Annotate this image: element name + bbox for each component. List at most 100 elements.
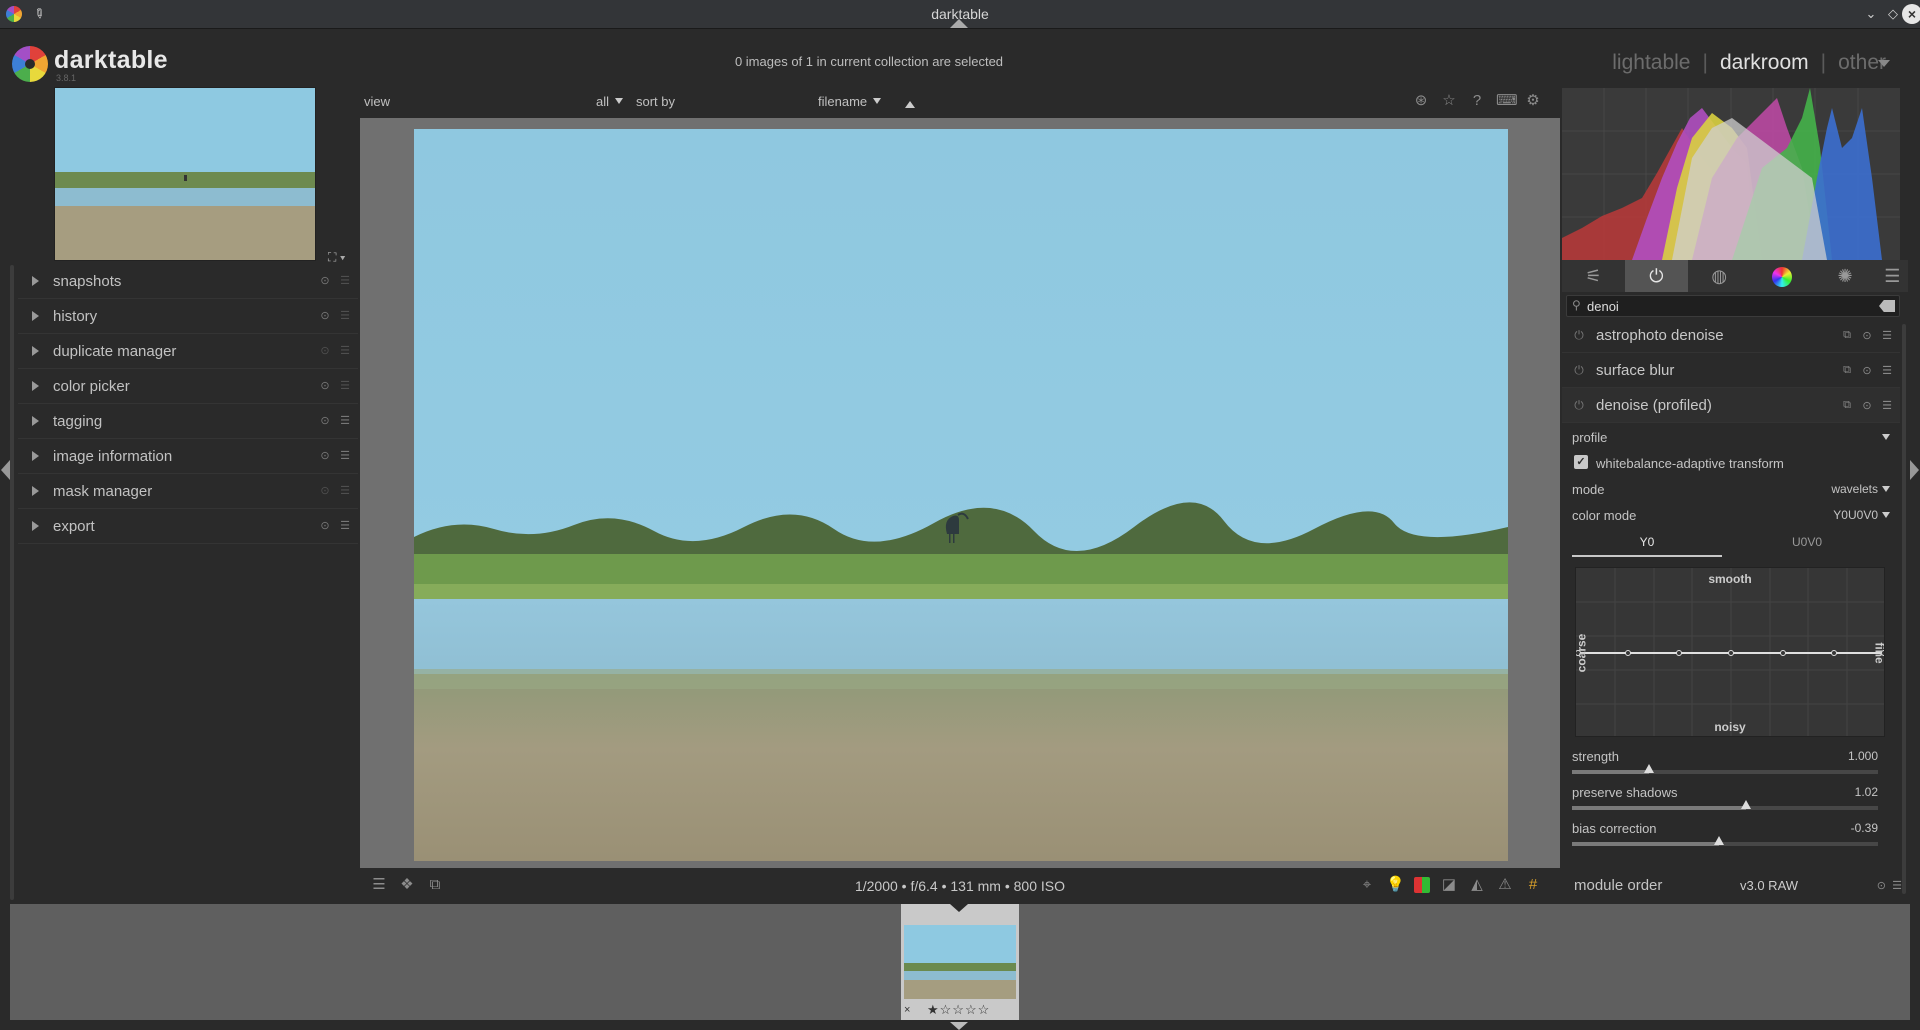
preferences-gear-icon[interactable]: ⚙ bbox=[1524, 92, 1542, 110]
expand-preview-icon[interactable]: ⛶ ▾ bbox=[328, 250, 346, 265]
module-image-information[interactable]: image information ⊙ ☰ bbox=[18, 439, 358, 474]
histogram[interactable] bbox=[1562, 88, 1900, 260]
slider-preserve-shadows[interactable]: preserve shadows 1.02 bbox=[1562, 781, 1900, 817]
collapse-top-panel-icon[interactable] bbox=[950, 19, 968, 28]
guides-icon[interactable]: # bbox=[1524, 876, 1542, 894]
reject-icon[interactable]: × bbox=[904, 1004, 910, 1016]
module-order-row[interactable]: module order v3.0 RAW ⊙ ☰ bbox=[1562, 868, 1908, 904]
module-tagging[interactable]: tagging ⊙ ☰ bbox=[18, 404, 358, 439]
view-darkroom[interactable]: darkroom bbox=[1720, 51, 1809, 74]
module-history[interactable]: history ⊙ ☰ bbox=[18, 299, 358, 334]
reset-icon[interactable]: ⊙ bbox=[318, 519, 332, 533]
module-color-picker[interactable]: color picker ⊙ ☰ bbox=[18, 369, 358, 404]
focus-peaking-icon[interactable]: ⌖ bbox=[1358, 876, 1376, 894]
slider-track[interactable] bbox=[1572, 800, 1878, 810]
presets-icon[interactable]: ☰ bbox=[1892, 879, 1902, 892]
clear-search-icon[interactable] bbox=[1879, 300, 1895, 312]
presets-icon[interactable]: ☰ bbox=[1880, 399, 1894, 412]
reset-icon[interactable]: ⊙ bbox=[318, 414, 332, 428]
presets-icon[interactable]: ☰ bbox=[1880, 364, 1894, 377]
module-power-icon[interactable]: ⏻ bbox=[1572, 398, 1586, 412]
multi-instance-icon[interactable]: ⧉ bbox=[1840, 399, 1854, 412]
base-group-icon[interactable]: ◍ bbox=[1688, 260, 1751, 292]
slider-knob[interactable] bbox=[1713, 836, 1724, 845]
view-filter-dropdown[interactable]: all bbox=[596, 94, 624, 109]
module-export[interactable]: export ⊙ ☰ bbox=[18, 509, 358, 544]
color-mode-dropdown[interactable]: color mode Y0U0V0 bbox=[1562, 501, 1900, 527]
collapse-bottom-panel-icon[interactable] bbox=[950, 1022, 968, 1030]
wb-transform-checkbox-row[interactable]: ✓ whitebalance-adaptive transform bbox=[1562, 449, 1900, 475]
keyboard-shortcuts-icon[interactable]: ⌨ bbox=[1496, 92, 1518, 110]
mode-dropdown[interactable]: mode wavelets bbox=[1562, 475, 1900, 501]
reset-icon[interactable]: ⊙ bbox=[318, 309, 332, 323]
module-duplicate-manager[interactable]: duplicate manager ⊙ ☰ bbox=[18, 334, 358, 369]
presets-icon[interactable]: ☰ bbox=[338, 274, 352, 288]
reset-icon[interactable]: ⊙ bbox=[318, 344, 332, 358]
main-photo[interactable] bbox=[414, 129, 1508, 861]
grouping-icon[interactable]: ⊛ bbox=[1412, 92, 1430, 110]
slider-bias-correction[interactable]: bias correction -0.39 bbox=[1562, 817, 1900, 853]
reset-icon[interactable]: ⊙ bbox=[318, 379, 332, 393]
clipping-indicator-icon[interactable]: ◪ bbox=[1440, 876, 1458, 894]
filmstrip-thumbnail[interactable]: × ★☆☆☆☆ bbox=[901, 904, 1019, 1020]
collapse-right-panel-icon[interactable] bbox=[1910, 460, 1919, 480]
slider-track[interactable] bbox=[1572, 764, 1878, 774]
navigation-preview[interactable] bbox=[54, 87, 316, 261]
reset-icon[interactable]: ⊙ bbox=[318, 274, 332, 288]
slider-knob[interactable] bbox=[1643, 764, 1654, 773]
wb-transform-checkbox[interactable]: ✓ bbox=[1574, 455, 1588, 469]
presets-icon[interactable]: ☰ bbox=[338, 309, 352, 323]
minimize-icon[interactable]: ⌄ bbox=[1862, 5, 1880, 23]
thumbnail-image[interactable] bbox=[904, 925, 1016, 999]
module-power-icon[interactable]: ⏻ bbox=[1572, 328, 1586, 342]
raw-overexposed-icon[interactable] bbox=[1414, 877, 1430, 893]
profile-dropdown[interactable]: profile bbox=[1562, 423, 1900, 449]
presets-icon[interactable]: ☰ bbox=[338, 449, 352, 463]
reset-icon[interactable]: ⊙ bbox=[318, 484, 332, 498]
star-icon[interactable]: ☆ bbox=[1440, 92, 1458, 110]
help-icon[interactable]: ? bbox=[1468, 92, 1486, 110]
sort-by-dropdown[interactable]: filename bbox=[818, 94, 882, 109]
presets-icon[interactable]: ☰ bbox=[338, 344, 352, 358]
module-denoise-profiled[interactable]: ⏻ denoise (profiled) ⧉ ⊙ ☰ bbox=[1562, 388, 1900, 423]
reset-icon[interactable]: ⊙ bbox=[1877, 879, 1886, 892]
right-panel-scrollbar[interactable] bbox=[1902, 324, 1906, 894]
presets-icon[interactable]: ☰ bbox=[338, 414, 352, 428]
sort-order-button[interactable] bbox=[905, 96, 915, 111]
image-canvas[interactable] bbox=[360, 118, 1560, 868]
tab-y0[interactable]: Y0 bbox=[1572, 535, 1722, 557]
multi-instance-icon[interactable]: ⧉ bbox=[1840, 329, 1854, 342]
presets-icon[interactable]: ☰ bbox=[338, 519, 352, 533]
module-search[interactable]: ⚲ bbox=[1566, 295, 1900, 317]
multi-instance-icon[interactable]: ⧉ bbox=[1840, 364, 1854, 377]
slider-track[interactable] bbox=[1572, 836, 1878, 846]
color-group-icon[interactable] bbox=[1751, 260, 1814, 292]
view-lightable[interactable]: lightable bbox=[1612, 51, 1690, 74]
maximize-icon[interactable]: ◇ bbox=[1884, 5, 1902, 23]
effects-group-icon[interactable]: ✺ bbox=[1814, 260, 1877, 292]
quick-access-panel-icon[interactable]: ⚟ bbox=[1562, 260, 1625, 292]
color-assessment-icon[interactable]: 💡 bbox=[1386, 876, 1405, 894]
slider-knob[interactable] bbox=[1741, 800, 1752, 809]
softproof-icon[interactable]: ◭ bbox=[1468, 876, 1486, 894]
module-astrophoto-denoise[interactable]: ⏻ astrophoto denoise ⧉ ⊙ ☰ bbox=[1562, 318, 1900, 353]
module-surface-blur[interactable]: ⏻ surface blur ⧉ ⊙ ☰ bbox=[1562, 353, 1900, 388]
collapse-left-panel-icon[interactable] bbox=[1, 460, 10, 480]
presets-icon[interactable]: ☰ bbox=[338, 379, 352, 393]
star-rating[interactable]: ★☆☆☆☆ bbox=[927, 1002, 990, 1018]
module-search-input[interactable] bbox=[1587, 297, 1877, 315]
slider-strength[interactable]: strength 1.000 bbox=[1562, 745, 1900, 781]
tab-u0v0[interactable]: U0V0 bbox=[1732, 535, 1882, 557]
close-icon[interactable]: × bbox=[1902, 4, 1920, 24]
wavelet-curve-editor[interactable]: smooth noisy coarse fine bbox=[1575, 567, 1885, 737]
module-power-icon[interactable]: ⏻ bbox=[1572, 363, 1586, 377]
group-presets-icon[interactable]: ☰ bbox=[1877, 260, 1908, 292]
reset-icon[interactable]: ⊙ bbox=[1860, 329, 1874, 342]
other-views-dropdown-icon[interactable] bbox=[1878, 60, 1890, 67]
gamut-check-icon[interactable]: ⚠ bbox=[1496, 876, 1514, 894]
active-modules-power-icon[interactable]: ⏻ bbox=[1624, 260, 1688, 292]
reset-icon[interactable]: ⊙ bbox=[1860, 399, 1874, 412]
reset-icon[interactable]: ⊙ bbox=[1860, 364, 1874, 377]
module-snapshots[interactable]: snapshots ⊙ ☰ bbox=[18, 264, 358, 299]
left-panel-scrollbar[interactable] bbox=[10, 265, 14, 900]
